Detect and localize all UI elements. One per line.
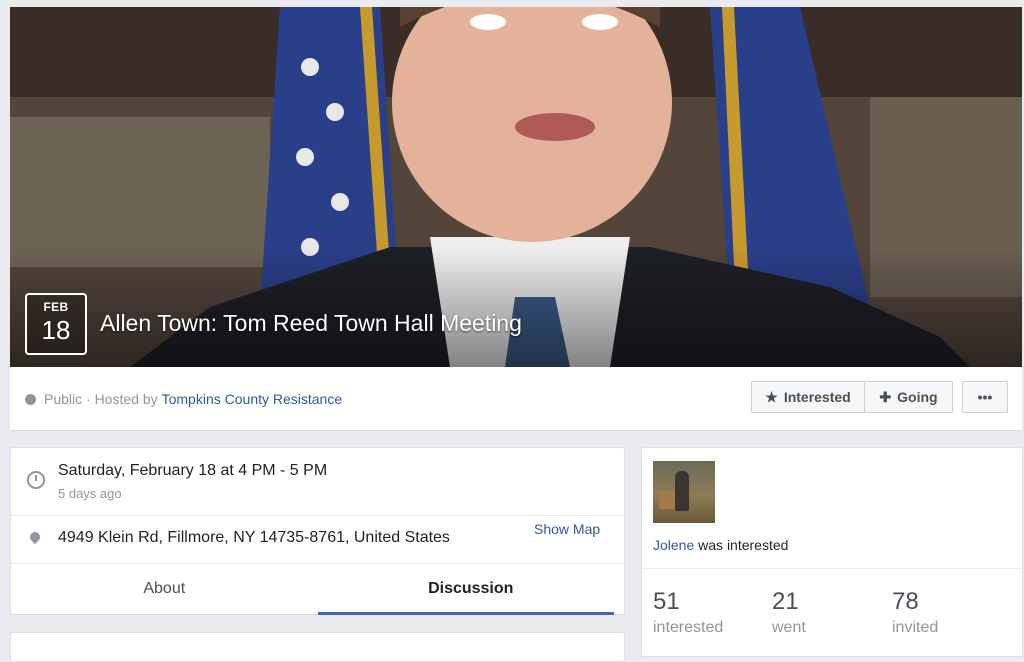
tab-discussion[interactable]: Discussion	[317, 563, 625, 615]
activity-thumbnail[interactable]	[653, 461, 715, 523]
event-time-ago: 5 days ago	[58, 486, 122, 501]
event-details-card: Saturday, February 18 at 4 PM - 5 PM 5 d…	[10, 447, 625, 615]
cover-shade	[10, 247, 1022, 367]
guest-activity-card: Jolene was interested 51 interested 21 w…	[641, 447, 1023, 657]
cover-photo[interactable]: FEB 18 Allen Town: Tom Reed Town Hall Me…	[10, 7, 1022, 367]
stat-label: interested	[653, 619, 724, 636]
activity-action: was interested	[694, 537, 789, 553]
event-month: FEB	[43, 300, 69, 314]
tab-about[interactable]: About	[11, 563, 318, 615]
location-pin-icon	[27, 529, 43, 545]
stat-interested[interactable]: 51 interested	[653, 588, 723, 637]
more-options-button[interactable]: •••	[962, 381, 1008, 413]
host-link[interactable]: Tompkins County Resistance	[162, 391, 343, 407]
stat-label: invited	[892, 619, 939, 636]
plus-icon: ✚	[879, 388, 892, 405]
event-time-row: Saturday, February 18 at 4 PM - 5 PM 5 d…	[11, 448, 624, 516]
post-composer-card	[10, 632, 625, 662]
activity-user-link[interactable]: Jolene	[653, 537, 694, 553]
event-privacy: Public · Hosted by Tompkins County Resis…	[25, 391, 342, 407]
stat-value: 78	[892, 588, 919, 615]
going-label: Going	[897, 389, 938, 405]
event-title: Allen Town: Tom Reed Town Hall Meeting	[100, 310, 522, 336]
event-location-row: 4949 Klein Rd, Fillmore, NY 14735-8761, …	[11, 515, 624, 564]
globe-icon	[25, 393, 36, 405]
stat-label: went	[772, 619, 806, 636]
stat-value: 51	[653, 588, 680, 615]
event-day: 18	[41, 315, 71, 345]
event-address[interactable]: 4949 Klein Rd, Fillmore, NY 14735-8761, …	[58, 529, 450, 547]
clock-icon	[27, 471, 45, 489]
thumbnail-person	[675, 471, 689, 511]
event-date-badge: FEB 18	[25, 293, 87, 355]
star-icon: ★	[765, 388, 778, 405]
event-tabs: About Discussion	[11, 563, 624, 615]
activity-text: Jolene was interested	[653, 537, 788, 553]
show-map-link[interactable]: Show Map	[534, 521, 600, 537]
more-icon: •••	[977, 389, 993, 405]
event-time: Saturday, February 18 at 4 PM - 5 PM	[58, 462, 328, 479]
event-action-bar: Public · Hosted by Tompkins County Resis…	[10, 367, 1022, 431]
divider	[642, 568, 1022, 569]
interested-label: Interested	[783, 389, 851, 405]
interested-button[interactable]: ★ Interested	[751, 381, 865, 413]
privacy-text: Public · Hosted by	[44, 391, 158, 407]
stat-value: 21	[772, 588, 799, 615]
stat-invited[interactable]: 78 invited	[892, 588, 938, 637]
stat-went[interactable]: 21 went	[772, 588, 806, 637]
going-button[interactable]: ✚ Going	[864, 381, 953, 413]
